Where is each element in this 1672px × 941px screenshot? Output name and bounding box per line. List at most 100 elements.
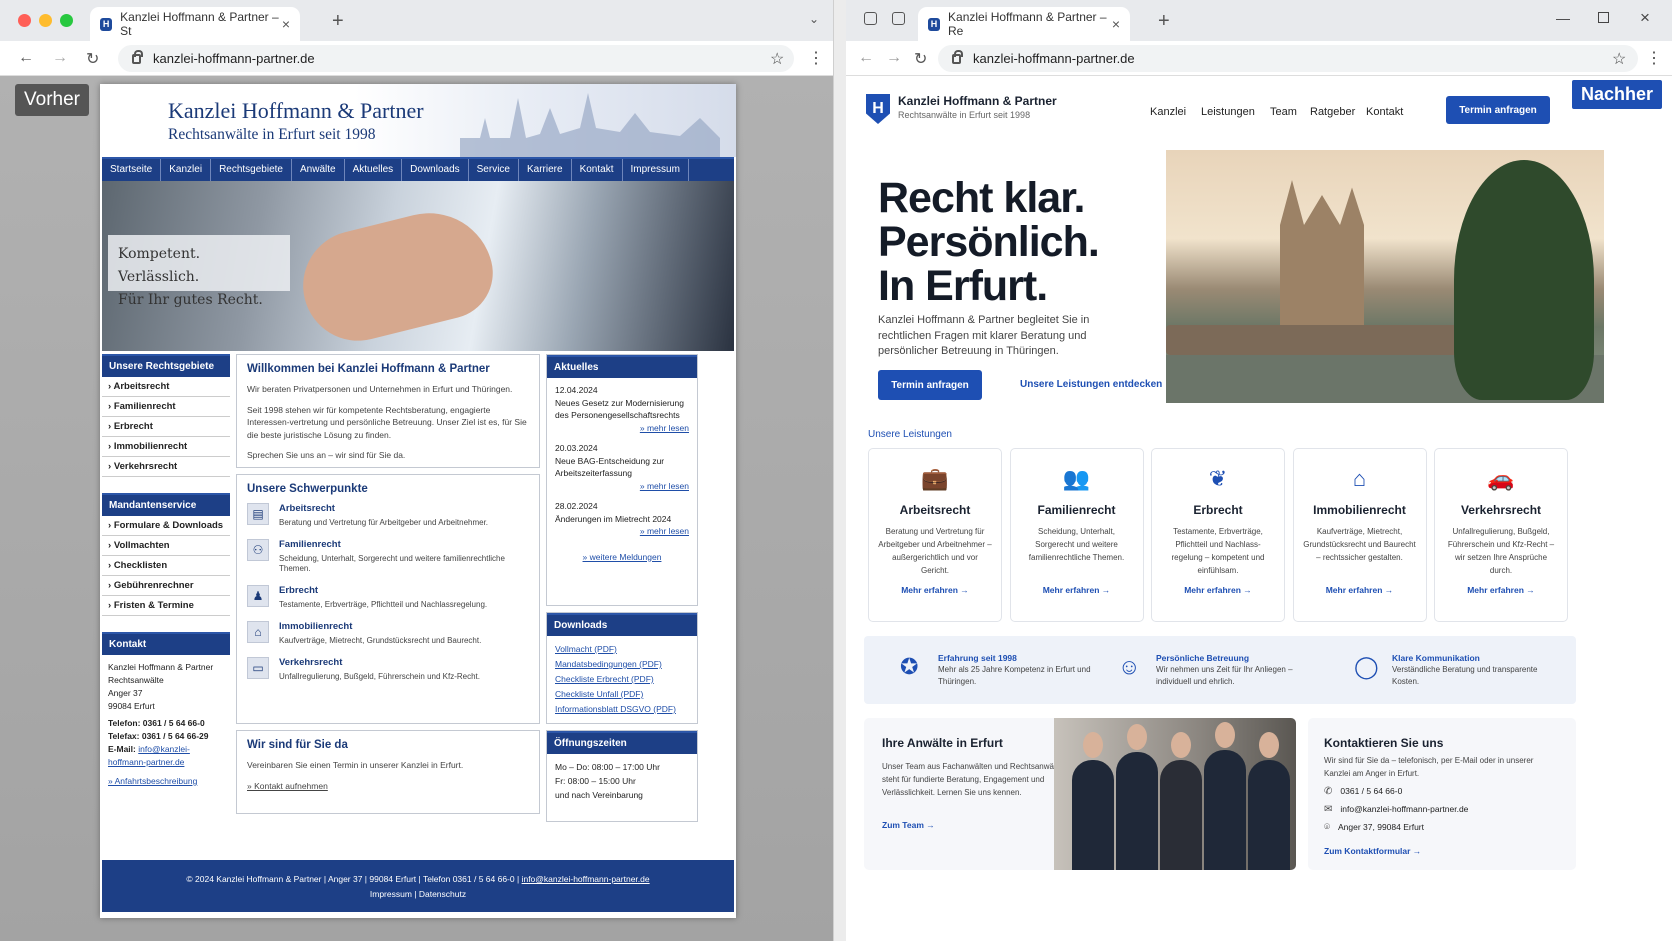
focus-title[interactable]: Familienrecht [279, 539, 529, 550]
footer-links[interactable]: Impressum | Datenschutz [102, 887, 734, 902]
client-link[interactable]: Vollmachten [102, 536, 230, 556]
focus-title[interactable]: Verkehrsrecht [279, 657, 480, 668]
old-nav-item[interactable]: Startseite [102, 159, 162, 181]
nav-item[interactable]: Ratgeber [1310, 106, 1355, 118]
browser-tab[interactable]: H Kanzlei Hoffmann & Partner – St × [90, 7, 300, 41]
tab-search-icon[interactable]: ⌄ [809, 12, 819, 26]
download-link[interactable]: Vollmacht (PDF) [555, 642, 689, 657]
sidebar-toggle-icon[interactable] [864, 12, 877, 25]
header-cta-button[interactable]: Termin anfragen [1446, 96, 1550, 124]
old-footer: © 2024 Kanzlei Hoffmann & Partner | Ange… [102, 860, 734, 912]
client-link[interactable]: Fristen & Termine [102, 596, 230, 616]
contact-email[interactable]: ✉ info@kanzlei-hoffmann-partner.de [1324, 804, 1468, 815]
service-card[interactable]: ❦ Erbrecht Testamente, Erbverträge, Pflich… [1151, 448, 1285, 622]
forward-icon[interactable]: → [52, 49, 68, 67]
client-link[interactable]: Checklisten [102, 556, 230, 576]
read-more-link[interactable]: » mehr lesen [555, 422, 689, 435]
nav-item[interactable]: Kontakt [1366, 106, 1403, 118]
reload-icon[interactable]: ↻ [914, 49, 927, 69]
focus-item[interactable]: ⚇ Familienrecht Scheidung, Unterhalt, Sorg… [247, 539, 529, 573]
close-tab-icon[interactable]: × [282, 16, 290, 32]
contact-box: Kanzlei Hoffmann & Partner Rechtsanwälte A… [102, 655, 230, 794]
download-link[interactable]: Mandatsbedingungen (PDF) [555, 657, 689, 672]
service-more-link[interactable]: Mehr erfahren → [1152, 585, 1284, 595]
directions-link[interactable]: » Anfahrtsbeschreibung [108, 775, 224, 788]
services-link[interactable]: Unsere Leistungen entdecken → [1020, 379, 1175, 390]
old-nav-item[interactable]: Rechtsgebiete [211, 159, 292, 181]
nav-item[interactable]: Team [1270, 106, 1297, 118]
new-tab-icon[interactable]: + [1158, 10, 1170, 33]
contact-phone[interactable]: ✆ 0361 / 5 64 66-0 [1324, 786, 1402, 797]
service-card[interactable]: 💼 Arbeitsrecht Beratung und Vertretung für… [868, 448, 1002, 622]
old-nav-item[interactable]: Aktuelles [345, 159, 403, 181]
news-item: 20.03.2024 Neue BAG-Entscheidung zur Arbe… [555, 442, 689, 492]
nav-item[interactable]: Kanzlei [1150, 106, 1186, 118]
maximize-window-button[interactable] [60, 14, 73, 27]
area-link[interactable]: Verkehrsrecht [102, 457, 230, 477]
read-more-link[interactable]: » mehr lesen [555, 480, 689, 493]
service-card[interactable]: 👥 Familienrecht Scheidung, Unterhalt, Sorg… [1009, 448, 1144, 622]
minimize-icon[interactable]: — [1556, 10, 1570, 26]
service-card[interactable]: ⌂ Immobilienrecht Kaufverträge, Mietrecht,… [1292, 448, 1427, 622]
hero-cta-button[interactable]: Termin anfragen [878, 370, 982, 400]
url-field[interactable]: kanzlei-hoffmann-partner.de [938, 45, 1638, 72]
area-link[interactable]: Arbeitsrecht [102, 377, 230, 397]
tab-groups-icon[interactable] [892, 12, 905, 25]
old-nav-item[interactable]: Kanzlei [161, 159, 212, 181]
nav-item[interactable]: Leistungen [1201, 106, 1255, 118]
focus-title[interactable]: Arbeitsrecht [279, 503, 488, 514]
back-icon[interactable]: ← [858, 49, 874, 67]
forward-icon[interactable]: → [886, 49, 902, 67]
client-link[interactable]: Gebührenrechner [102, 576, 230, 596]
contact-link[interactable]: » Kontakt aufnehmen [247, 780, 529, 793]
logo-shield-icon[interactable]: H [866, 94, 890, 124]
maximize-icon[interactable] [1598, 12, 1609, 23]
close-tab-icon[interactable]: × [1112, 16, 1120, 32]
focus-item[interactable]: ♟ Erbrecht Testamente, Erbverträge, Pflich… [247, 585, 529, 609]
service-more-link[interactable]: Mehr erfahren → [1294, 585, 1426, 595]
old-nav-item[interactable]: Karriere [519, 159, 572, 181]
client-link[interactable]: Formulare & Downloads [102, 516, 230, 536]
bookmark-star-icon[interactable]: ☆ [770, 49, 784, 69]
focus-title[interactable]: Immobilienrecht [279, 621, 481, 632]
browser-window-after: H Kanzlei Hoffmann & Partner – Re × + — … [846, 0, 1672, 941]
area-link[interactable]: Erbrecht [102, 417, 230, 437]
old-nav-item[interactable]: Service [469, 159, 519, 181]
area-link[interactable]: Familienrecht [102, 397, 230, 417]
more-news-link[interactable]: » weitere Meldungen [547, 552, 697, 562]
back-icon[interactable]: ← [18, 49, 34, 67]
reload-icon[interactable]: ↻ [86, 49, 99, 69]
focus-item[interactable]: ▤ Arbeitsrecht Beratung und Vertretung für… [247, 503, 529, 527]
bookmark-star-icon[interactable]: ☆ [1612, 49, 1626, 69]
service-more-link[interactable]: Mehr erfahren → [1011, 585, 1143, 595]
footer-email-link[interactable]: info@kanzlei-hoffmann-partner.de [522, 874, 650, 884]
service-text: Testamente, Erbverträge, Pflichtteil und… [1171, 527, 1265, 575]
close-window-icon[interactable]: × [1640, 8, 1650, 28]
team-link[interactable]: Zum Team → [882, 820, 935, 830]
url-field[interactable]: kanzlei-hoffmann-partner.de [118, 45, 794, 72]
service-more-link[interactable]: Mehr erfahren → [1435, 585, 1567, 595]
contact-form-link[interactable]: Zum Kontaktformular → [1324, 846, 1421, 856]
old-nav-item[interactable]: Impressum [623, 159, 689, 181]
old-nav-item[interactable]: Kontakt [572, 159, 623, 181]
menu-icon[interactable]: ⋮ [808, 48, 824, 68]
old-nav-item[interactable]: Anwälte [292, 159, 345, 181]
menu-icon[interactable]: ⋮ [1646, 48, 1662, 68]
focus-title[interactable]: Erbrecht [279, 585, 487, 596]
read-more-link[interactable]: » mehr lesen [555, 525, 689, 538]
minimize-window-button[interactable] [39, 14, 52, 27]
focus-item[interactable]: ⌂ Immobilienrecht Kaufverträge, Mietrecht,… [247, 621, 529, 645]
service-more-link[interactable]: Mehr erfahren → [869, 585, 1001, 595]
close-window-button[interactable] [18, 14, 31, 27]
focus-item[interactable]: ▭ Verkehrsrecht Unfallregulierung, Bußgeld… [247, 657, 529, 681]
brand-name[interactable]: Kanzlei Hoffmann & Partner [898, 94, 1057, 108]
area-link[interactable]: Immobilienrecht [102, 437, 230, 457]
download-link[interactable]: Informationsblatt DSGVO (PDF) [555, 702, 689, 717]
download-link[interactable]: Checkliste Erbrecht (PDF) [555, 672, 689, 687]
service-card[interactable]: 🚗 Verkehrsrecht Unfallregulierung, Bußgeld… [1434, 448, 1568, 622]
plant-icon: ❦ [1208, 466, 1228, 491]
browser-tab[interactable]: H Kanzlei Hoffmann & Partner – Re × [918, 7, 1130, 41]
new-tab-icon[interactable]: + [332, 10, 344, 33]
old-nav-item[interactable]: Downloads [402, 159, 469, 181]
download-link[interactable]: Checkliste Unfall (PDF) [555, 687, 689, 702]
